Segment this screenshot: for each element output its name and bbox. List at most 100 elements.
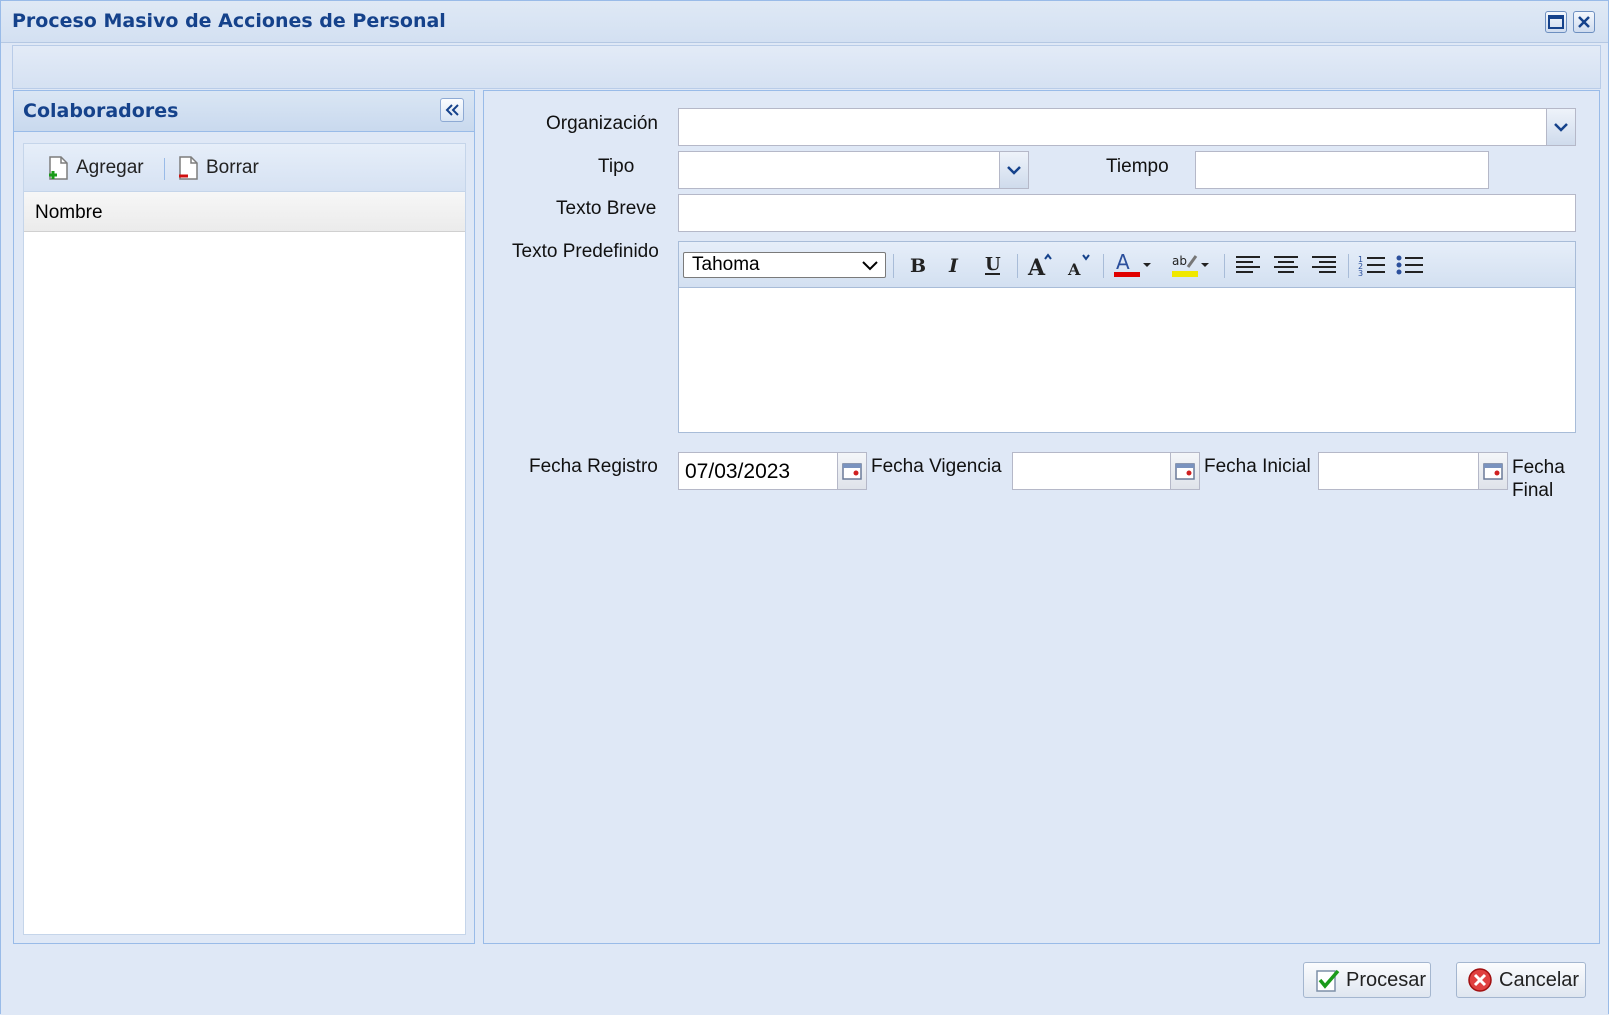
tipo-label: Tipo xyxy=(598,156,635,177)
fecha-inicial-date-trigger[interactable] xyxy=(1478,452,1508,490)
form-panel: Organización Tipo Tiempo Texto Breve Tex… xyxy=(483,90,1600,944)
font-increase-icon: A xyxy=(1027,253,1052,278)
font-color-icon: A xyxy=(1114,251,1151,277)
toolbar-separator xyxy=(893,254,894,278)
texto-breve-input[interactable] xyxy=(678,194,1576,232)
font-family-value: Tahoma xyxy=(692,254,760,275)
svg-text:A: A xyxy=(1116,251,1130,274)
decrease-font-button[interactable]: A xyxy=(1063,250,1095,280)
fecha-registro-date-trigger[interactable] xyxy=(837,452,867,490)
italic-button[interactable]: I xyxy=(939,250,971,280)
fecha-registro-value: 07/03/2023 xyxy=(685,460,791,483)
check-document-icon xyxy=(1316,969,1340,992)
window-title: Proceso Masivo de Acciones de Personal xyxy=(12,10,446,32)
add-button[interactable]: Agregar xyxy=(44,152,144,184)
delete-document-icon xyxy=(179,156,198,180)
dialog-window: Proceso Masivo de Acciones de Personal C… xyxy=(0,0,1609,1015)
panel-title: Colaboradores xyxy=(23,100,179,122)
organizacion-dropdown-trigger[interactable] xyxy=(1546,108,1576,146)
organizacion-label: Organización xyxy=(546,113,658,134)
tipo-combo[interactable] xyxy=(678,151,1029,189)
svg-text:U: U xyxy=(985,254,1001,275)
close-icon xyxy=(1578,16,1590,28)
toolbar-separator xyxy=(1224,254,1225,278)
font-family-select[interactable]: Tahoma xyxy=(683,252,886,278)
colaboradores-grid: Agregar Borrar Nombre xyxy=(23,143,466,935)
align-left-icon xyxy=(1236,256,1260,273)
increase-font-button[interactable]: A xyxy=(1025,250,1057,280)
collapse-button[interactable] xyxy=(440,98,464,122)
fecha-inicial-input[interactable] xyxy=(1318,452,1508,490)
underline-icon: U xyxy=(985,254,1001,275)
italic-icon: I xyxy=(948,255,959,276)
ordered-list-button[interactable]: 123 xyxy=(1356,250,1388,280)
add-label: Agregar xyxy=(76,157,144,178)
editor-content-area[interactable] xyxy=(679,288,1575,432)
bold-button[interactable]: B xyxy=(901,250,933,280)
delete-button[interactable]: Borrar xyxy=(174,152,259,184)
toolbar-separator xyxy=(1103,254,1104,278)
highlight-icon: ab xyxy=(1172,254,1209,277)
editor-toolbar: Tahoma B I U A A A ab 1 2 3 xyxy=(679,242,1575,288)
panel-header: Colaboradores xyxy=(14,91,474,132)
cancel-icon xyxy=(1468,968,1492,992)
title-bar: Proceso Masivo de Acciones de Personal xyxy=(1,1,1608,43)
chevron-down-icon xyxy=(862,261,878,271)
organizacion-combo[interactable] xyxy=(678,108,1576,146)
tipo-dropdown-trigger[interactable] xyxy=(999,151,1029,189)
colaboradores-panel: Colaboradores Agregar Borrar Nombre xyxy=(13,90,475,944)
svg-text:A: A xyxy=(1067,260,1081,278)
toolbar-separator xyxy=(1348,254,1349,278)
texto-predefinido-label: Texto Predefinido xyxy=(512,241,659,262)
align-center-button[interactable] xyxy=(1270,250,1302,280)
column-header-nombre[interactable]: Nombre xyxy=(24,192,465,232)
unordered-list-button[interactable] xyxy=(1394,250,1426,280)
svg-text:B: B xyxy=(910,255,926,276)
ordered-list-icon: 123 xyxy=(1358,255,1385,277)
fecha-vigencia-input[interactable] xyxy=(1012,452,1200,490)
fecha-inicial-label: Fecha Inicial xyxy=(1204,456,1311,477)
fecha-final-label-line1: Fecha xyxy=(1512,457,1565,478)
double-chevron-left-icon xyxy=(445,104,459,116)
delete-label: Borrar xyxy=(206,157,259,178)
maximize-button[interactable] xyxy=(1545,11,1567,33)
tiempo-label: Tiempo xyxy=(1106,156,1169,177)
procesar-label: Procesar xyxy=(1346,968,1427,991)
fecha-registro-input[interactable]: 07/03/2023 xyxy=(678,452,867,490)
fecha-vigencia-label: Fecha Vigencia xyxy=(871,456,1002,477)
fecha-vigencia-date-trigger[interactable] xyxy=(1170,452,1200,490)
underline-button[interactable]: U xyxy=(977,250,1009,280)
procesar-button[interactable]: Procesar xyxy=(1303,962,1431,998)
toolbar-separator xyxy=(1017,254,1018,278)
svg-text:I: I xyxy=(948,255,959,276)
align-center-icon xyxy=(1274,256,1298,273)
unordered-list-icon xyxy=(1396,255,1423,275)
bold-icon: B xyxy=(910,255,926,276)
chevron-down-icon xyxy=(1554,123,1568,132)
svg-text:ab: ab xyxy=(1172,254,1187,268)
fecha-final-label-line2: Final xyxy=(1512,480,1554,501)
calendar-icon xyxy=(842,463,862,480)
cancelar-button[interactable]: Cancelar xyxy=(1456,962,1586,998)
fecha-final-label: Fecha Final xyxy=(1512,456,1565,502)
texto-breve-label: Texto Breve xyxy=(556,198,657,219)
highlight-color-button[interactable]: ab xyxy=(1169,250,1211,280)
maximize-icon xyxy=(1548,15,1564,29)
svg-text:3: 3 xyxy=(1358,269,1363,277)
calendar-icon xyxy=(1483,463,1503,480)
toolbar-separator xyxy=(164,158,165,180)
add-document-icon xyxy=(49,156,68,180)
fecha-registro-label: Fecha Registro xyxy=(529,456,658,477)
grid-toolbar: Agregar Borrar xyxy=(24,144,465,192)
svg-text:A: A xyxy=(1027,255,1046,278)
calendar-icon xyxy=(1175,463,1195,480)
close-button[interactable] xyxy=(1573,11,1595,33)
align-right-icon xyxy=(1312,256,1336,273)
font-color-button[interactable]: A xyxy=(1111,250,1153,280)
tiempo-input[interactable] xyxy=(1195,151,1489,189)
chevron-down-icon xyxy=(1007,166,1021,175)
align-right-button[interactable] xyxy=(1308,250,1340,280)
html-editor: Tahoma B I U A A A ab 1 2 3 xyxy=(678,241,1576,433)
align-left-button[interactable] xyxy=(1232,250,1264,280)
font-decrease-icon: A xyxy=(1067,254,1090,278)
